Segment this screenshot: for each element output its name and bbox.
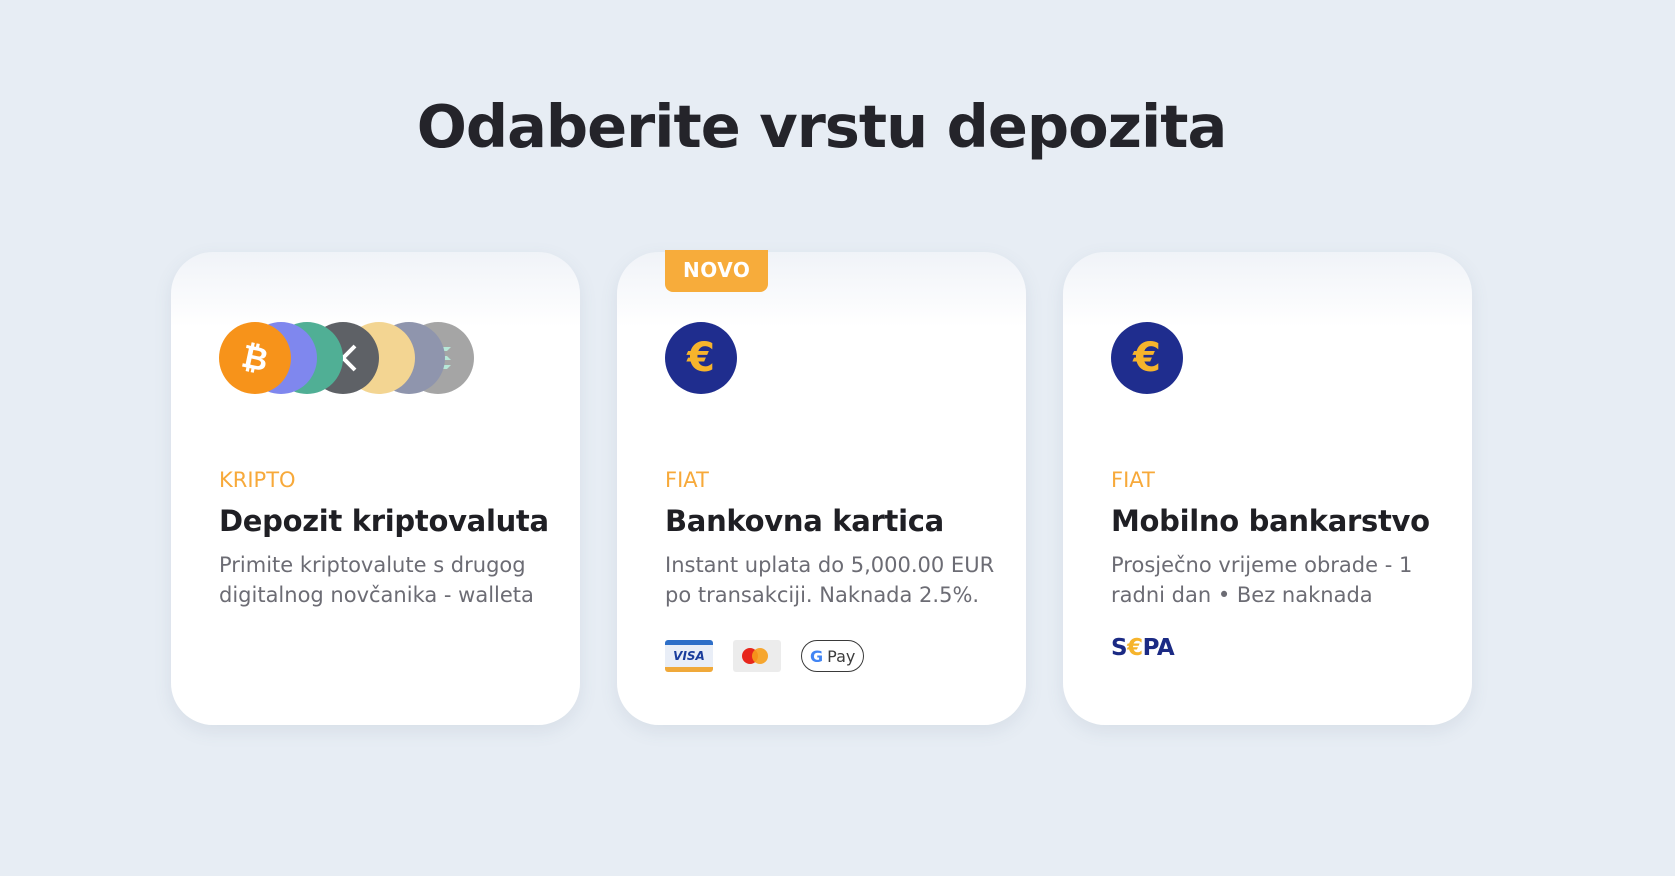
svg-text:₿: ₿ xyxy=(238,338,271,378)
mastercard-icon xyxy=(733,640,781,672)
deposit-card-mobile-banking[interactable]: € FIAT Mobilno bankarstvo Prosječno vrij… xyxy=(1063,252,1472,725)
deposit-type-list: ₿ KRIPTO Depozit kriptovaluta Primite kr… xyxy=(171,250,1472,725)
google-pay-icon: G Pay xyxy=(801,640,865,672)
deposit-card-crypto[interactable]: ₿ KRIPTO Depozit kriptovaluta Primite kr… xyxy=(171,252,580,725)
sepa-logo: S€PA xyxy=(1111,635,1175,661)
card-description: Primite kriptovalute s drugog digitalnog… xyxy=(219,553,534,607)
card-title: Bankovna kartica xyxy=(665,504,944,538)
card-category: FIAT xyxy=(665,468,709,492)
card-category: KRIPTO xyxy=(219,468,296,492)
card-icons: € xyxy=(1111,322,1431,394)
euro-icon: € xyxy=(665,322,737,394)
deposit-card-bank-card[interactable]: NOVO € FIAT Bankovna kartica Instant upl… xyxy=(617,250,1026,725)
card-title: Depozit kriptovaluta xyxy=(219,504,549,538)
card-title: Mobilno bankarstvo xyxy=(1111,504,1430,538)
card-icons: € xyxy=(665,322,985,394)
card-category: FIAT xyxy=(1111,468,1155,492)
card-description: Instant uplata do 5,000.00 EUR po transa… xyxy=(665,553,995,607)
card-description: Prosječno vrijeme obrade - 1 radni dan •… xyxy=(1111,553,1413,607)
page-title: Odaberite vrstu depozita xyxy=(416,92,1228,161)
payment-methods: VISA G Pay xyxy=(665,640,865,672)
euro-icon: € xyxy=(1111,322,1183,394)
bitcoin-icon: ₿ xyxy=(219,322,291,394)
crypto-icons: ₿ xyxy=(219,322,539,394)
visa-icon: VISA xyxy=(665,640,713,672)
new-badge: NOVO xyxy=(665,250,769,292)
